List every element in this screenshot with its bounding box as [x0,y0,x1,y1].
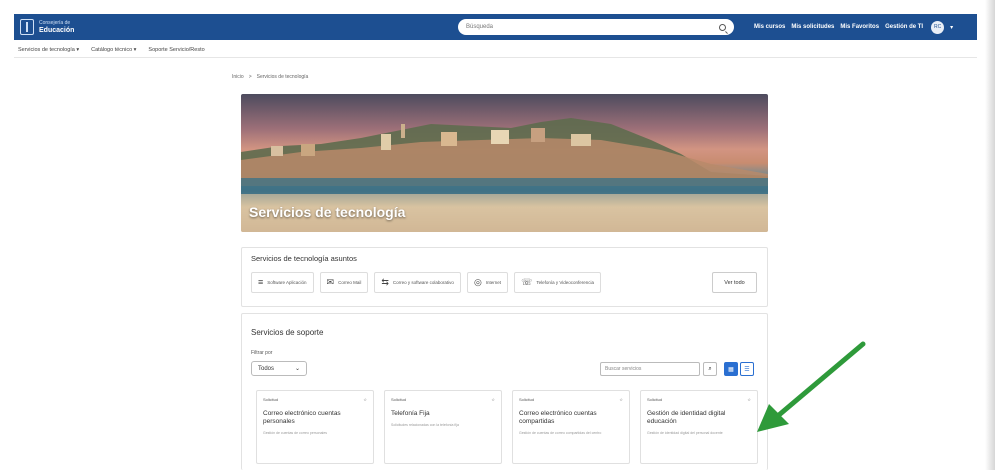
see-all-button[interactable]: Ver todo [712,272,757,293]
subnav-servicios-tecnologia[interactable]: Servicios de tecnología ▾ [18,47,79,53]
bookmark-icon[interactable]: ☆ [363,397,367,402]
card-tag: Solicitud [263,397,279,402]
phone-icon: ☏ [521,277,533,287]
card-tag: Solicitud [519,397,535,402]
logo-icon [20,19,34,35]
list-icon: ≡ [258,277,264,287]
secondary-nav: Servicios de tecnología ▾ Catálogo técni… [14,42,977,58]
grid-view-button[interactable]: ▦ [724,362,738,376]
breadcrumb: Inicio > Servicios de tecnología [232,74,308,80]
top-nav: Mis cursos Mis solicitudes Mis Favoritos… [754,14,953,40]
bookmark-icon[interactable]: ☆ [491,397,495,402]
hero-banner: Servicios de tecnología [241,94,768,232]
subnav-soporte[interactable]: Soporte Servicio/Resto [148,47,204,53]
chip-label: Internet [485,279,502,285]
chip-correo[interactable]: ✉ Correo Mail [319,272,369,293]
list-icon: ☰ [744,366,750,373]
services-search-input[interactable]: Buscar servicios [600,362,700,376]
service-card[interactable]: Solicitud ☆ Correo electrónico cuentas pe… [256,390,374,464]
chip-software[interactable]: ≡ Software Aplicación [251,272,314,293]
support-title: Servicios de soporte [251,328,324,337]
featured-title: Servicios de tecnología asuntos [251,254,357,263]
chip-label: Telefonía y Videoconferencia [536,279,595,285]
avatar[interactable]: RC [931,20,945,34]
search-button[interactable]: ⌕ [703,362,717,376]
breadcrumb-home[interactable]: Inicio [232,74,244,80]
card-description: Solicitudes relacionadas con la telefoní… [391,423,459,427]
chip-label: Software Aplicación [267,279,307,285]
service-card[interactable]: Solicitud ☆ Telefonía Fija Solicitudes re… [384,390,502,464]
nav-mis-solicitudes[interactable]: Mis solicitudes [791,24,834,30]
chip-telefonia[interactable]: ☏ Telefonía y Videoconferencia [514,272,602,293]
chip-label: Correo y software colaborativo [392,279,454,285]
logo-line2: Educación [39,27,75,34]
support-services-panel: Servicios de soporte Filtrar por Todos ⌄… [241,313,768,470]
window-shadow [985,0,995,470]
card-title: Correo electrónico cuentas compartidas [519,410,597,425]
search-icon: ⌕ [708,365,712,372]
featured-services-panel: Servicios de tecnología asuntos ≡ Softwar… [241,247,768,307]
logo[interactable]: Consejería de Educación [20,19,74,35]
nav-gestion-ti[interactable]: Gestión de TI [885,24,923,30]
service-cards: Solicitud ☆ Correo electrónico cuentas pe… [256,390,758,464]
chevron-down-icon[interactable]: ▾ [950,24,953,31]
mail-icon: ✉ [326,277,335,287]
top-bar: Consejería de Educación Búsqueda Mis cur… [14,14,977,40]
chevron-down-icon: ⌄ [294,366,300,372]
nav-mis-favoritos[interactable]: Mis Favoritos [840,24,879,30]
filter-value: Todos [258,365,275,372]
hero-title: Servicios de tecnología [249,204,406,220]
chip-colaborativo[interactable]: ⇆ Correo y software colaborativo [374,272,461,293]
card-title: Correo electrónico cuentas personales [263,410,341,425]
card-tag: Solicitud [391,397,407,402]
chip-internet[interactable]: ◎ Internet [466,272,509,293]
chip-label: Correo Mail [338,279,362,285]
logo-line1: Consejería de [39,20,71,26]
breadcrumb-current: Servicios de tecnología [256,74,309,80]
page: Consejería de Educación Búsqueda Mis cur… [0,0,995,470]
subnav-catalogo-tecnico[interactable]: Catálogo técnico ▾ [91,47,136,53]
filter-label: Filtrar por [251,350,273,356]
bookmark-icon[interactable]: ☆ [747,397,751,402]
annotation-arrow-icon [757,341,866,432]
globe-icon: ◎ [473,277,482,287]
bookmark-icon[interactable]: ☆ [619,397,623,402]
service-card[interactable]: Solicitud ☆ Correo electrónico cuentas co… [512,390,630,464]
card-title: Gestión de identidad digital educación [647,410,726,425]
card-tag: Solicitud [647,397,663,402]
grid-icon: ▦ [728,366,734,373]
search-input[interactable]: Búsqueda [466,24,719,30]
service-card[interactable]: Solicitud ☆ Gestión de identidad digital … [640,390,758,464]
swap-icon: ⇆ [381,277,389,287]
service-chips: ≡ Software Aplicación ✉ Correo Mail ⇆ Corre… [251,272,602,293]
filter-select[interactable]: Todos ⌄ [251,361,307,376]
list-view-button[interactable]: ☰ [740,362,754,376]
global-search[interactable]: Búsqueda [458,19,734,35]
search-icon[interactable] [719,23,726,31]
card-description: Gestión de cuentas de correo personales [263,431,328,435]
card-description: Gestión de identidad digital del persona… [647,431,723,435]
card-description: Gestión de cuentas de correo compartidas… [519,431,602,435]
card-title: Telefonía Fija [391,410,430,417]
nav-mis-cursos[interactable]: Mis cursos [754,24,785,30]
breadcrumb-separator: > [248,74,252,80]
